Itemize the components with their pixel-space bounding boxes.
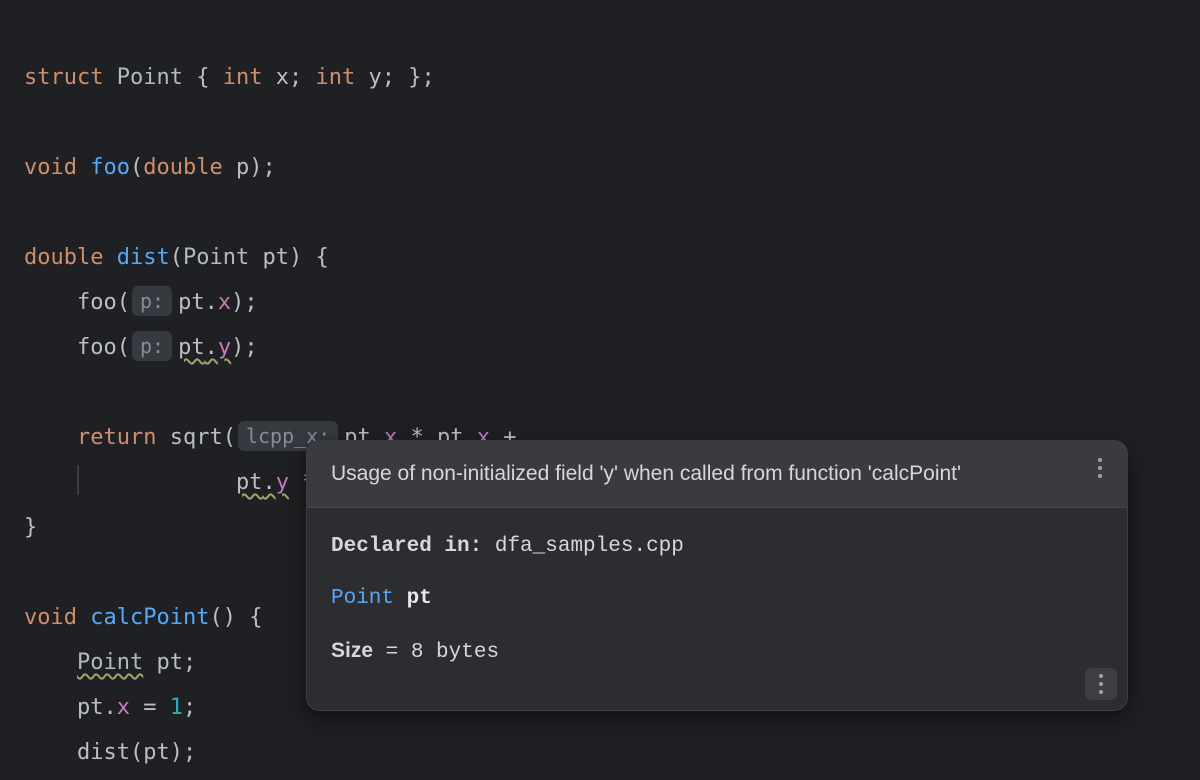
code-line: pt.x = 1; [24, 695, 196, 720]
tooltip-body: Declared in: dfa_samples.cpp Point pt Si… [307, 508, 1127, 710]
more-icon [1099, 674, 1103, 678]
tooltip-message: Usage of non-initialized field 'y' when … [331, 462, 961, 485]
inspection-tooltip: Usage of non-initialized field 'y' when … [306, 440, 1128, 711]
warning-underline[interactable]: Point [77, 650, 143, 675]
signature-row: Point pt [331, 582, 1103, 616]
param-hint: p: [132, 286, 172, 316]
more-icon [1099, 690, 1103, 694]
code-line: foo(p:pt.x); [24, 290, 258, 315]
warning-underline[interactable]: pt.y [236, 470, 289, 495]
code-line: struct Point { int x; int y; }; [24, 65, 435, 90]
code-line: void foo(double p); [24, 155, 276, 180]
declared-in-row: Declared in: dfa_samples.cpp [331, 530, 1103, 564]
more-icon [1098, 474, 1102, 478]
param-hint: p: [132, 331, 172, 361]
tooltip-header: Usage of non-initialized field 'y' when … [307, 441, 1127, 508]
code-line: foo(p:pt.y); [24, 335, 258, 360]
size-row: Size = 8 bytes [331, 634, 1103, 670]
warning-underline[interactable]: pt.y [178, 335, 231, 360]
code-line: Point pt; [24, 650, 196, 675]
code-line: } [24, 515, 37, 540]
code-line: double dist(Point pt) { [24, 245, 329, 270]
code-line: void calcPoint() { [24, 605, 262, 630]
more-actions-button[interactable] [1087, 455, 1113, 481]
more-icon [1099, 682, 1103, 686]
indent-guide [77, 465, 79, 495]
more-icon [1098, 466, 1102, 470]
more-icon [1098, 458, 1102, 462]
code-line: dist(pt); [24, 740, 196, 765]
more-actions-button[interactable] [1085, 668, 1117, 700]
